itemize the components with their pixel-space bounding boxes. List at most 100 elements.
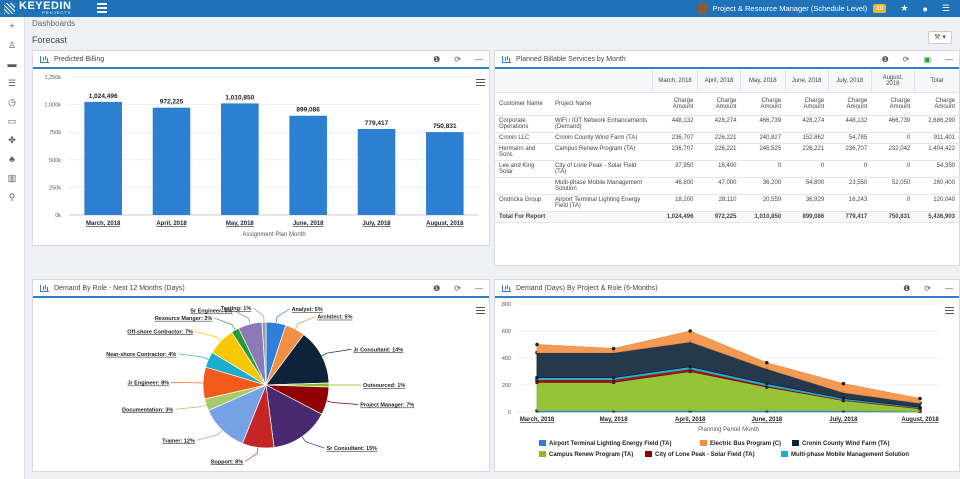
page-title: Forecast xyxy=(32,35,68,45)
person-icon[interactable]: ♙ xyxy=(0,36,24,55)
amount-cell: 236,707 xyxy=(828,143,872,161)
x-tick-label: April, 2018 xyxy=(675,417,706,423)
notification-badge[interactable]: 10 xyxy=(873,4,887,13)
help-icon[interactable]: ● xyxy=(922,4,927,14)
y-tick-label: 200 xyxy=(502,383,511,389)
column-header: Project Name xyxy=(551,92,653,116)
total-amount-cell: 972,225 xyxy=(697,211,741,223)
bar xyxy=(221,103,259,215)
minimize-icon[interactable]: — xyxy=(475,284,483,293)
sliders-icon[interactable]: ☰ xyxy=(0,74,24,93)
pie-data-label: Trainer: 12% xyxy=(162,438,195,444)
amount-cell: 52,050 xyxy=(871,177,915,195)
table-row: Lee and King Solar City of Lone Peak - So… xyxy=(495,160,959,178)
column-header: July, 2018 xyxy=(827,70,872,93)
minimize-icon[interactable]: — xyxy=(945,55,953,64)
amount-cell: 0 xyxy=(871,194,915,212)
search-icon[interactable]: ⚲ xyxy=(0,188,24,207)
hamburger-menu-icon[interactable] xyxy=(97,3,107,13)
info-icon[interactable]: ❶ xyxy=(433,55,440,64)
user-menu[interactable]: Project & Resource Manager (Schedule Lev… xyxy=(697,3,887,14)
area-point xyxy=(765,360,769,365)
x-axis-title: Assignment Plan Month xyxy=(242,232,305,238)
refresh-icon[interactable]: ⟳ xyxy=(903,55,910,64)
pie-label-connector xyxy=(321,349,352,357)
amount-cell: 54,350 xyxy=(914,160,959,178)
info-icon[interactable]: ❶ xyxy=(903,284,910,293)
info-icon[interactable]: ❶ xyxy=(433,284,440,293)
pie-data-label: Documentation: 3% xyxy=(122,407,173,413)
plus-icon[interactable]: + xyxy=(0,17,24,36)
pie-data-label: Jr Consultant: 14% xyxy=(353,347,403,353)
amount-cell: 236,707 xyxy=(652,143,698,161)
pie-data-label: Architect: 5% xyxy=(317,315,352,321)
amount-cell: 911,401 xyxy=(914,132,959,144)
project-name-cell: City of Lone Peak - Solar Field (TA) xyxy=(551,160,653,178)
chart-icon xyxy=(502,284,511,292)
pie-label-connector xyxy=(196,430,223,441)
minimize-icon[interactable]: — xyxy=(475,55,483,64)
amount-cell: 2,686,290 xyxy=(914,115,959,133)
total-amount-cell: 1,010,850 xyxy=(740,211,786,223)
keyedin-logo[interactable]: KEYEDIN PROJECTS xyxy=(4,1,71,16)
column-header: March, 2018 xyxy=(652,70,698,93)
table-total-row: Total For Report 1,024,496 972,225 1,010,85… xyxy=(495,211,959,223)
column-header: May, 2018 xyxy=(739,70,786,93)
logo-mark-icon xyxy=(4,3,15,14)
legend-label: Campus Renew Program (TA) xyxy=(549,452,633,458)
briefcase-icon[interactable]: ▬ xyxy=(0,55,24,74)
amount-cell: 23,550 xyxy=(828,177,872,195)
amount-cell: 54,800 xyxy=(785,177,829,195)
pie-data-label: Analyst: 5% xyxy=(292,307,323,313)
export-excel-icon[interactable]: ▣ xyxy=(923,55,931,64)
column-header: Charge Amount xyxy=(914,92,959,116)
pie-label-connector xyxy=(326,400,359,405)
column-header: Charge Amount xyxy=(740,92,786,116)
column-header: Charge Amount xyxy=(871,92,915,116)
refresh-icon[interactable]: ⟳ xyxy=(454,55,461,64)
list-icon[interactable]: ☰ xyxy=(942,3,950,14)
x-tick-label: March, 2018 xyxy=(86,221,121,227)
user-role: Project & Resource Manager (Schedule Lev… xyxy=(712,4,868,13)
clock-icon[interactable]: ◷ xyxy=(0,93,24,112)
breadcrumb[interactable]: Dashboards xyxy=(32,19,75,28)
amount-cell: 260,400 xyxy=(914,177,959,195)
settings-wrench-button[interactable]: ⚒ ▾ xyxy=(928,31,952,44)
refresh-icon[interactable]: ⟳ xyxy=(924,284,931,293)
pie-data-label: Sr Consultant: 15% xyxy=(327,446,378,452)
legend-swatch xyxy=(539,440,546,446)
project-name-cell: Cronin County Wind Farm (TA) xyxy=(551,132,653,144)
minimize-icon[interactable]: — xyxy=(945,284,953,293)
chart-icon[interactable]: ▥ xyxy=(0,169,24,188)
y-tick-label: 0k xyxy=(55,213,61,219)
x-tick-label: July, 2018 xyxy=(829,417,858,423)
table-header-row: March, 2018 April, 2018 May, 2018 June, 201… xyxy=(495,70,959,93)
group-icon[interactable]: ♣ xyxy=(0,150,24,169)
column-header: Charge Amount xyxy=(785,92,829,116)
handshake-icon[interactable]: ✤ xyxy=(0,131,24,150)
pie-data-label: Near-shore Contractor: 4% xyxy=(106,352,176,358)
refresh-icon[interactable]: ⟳ xyxy=(454,284,461,293)
star-icon[interactable]: ★ xyxy=(900,3,908,14)
info-icon[interactable]: ❶ xyxy=(882,55,889,64)
total-amount-cell: 899,086 xyxy=(785,211,829,223)
amount-cell: 18,200 xyxy=(652,194,698,212)
pie-label-connector xyxy=(253,307,265,323)
amount-cell: 20,559 xyxy=(740,194,786,212)
amount-cell: 1,404,422 xyxy=(914,143,959,161)
customer-name-cell: Hermann and Sons xyxy=(495,143,551,161)
pie-label-connector xyxy=(214,317,236,331)
pie-data-label: Jr Engineer: 8% xyxy=(127,381,169,387)
x-tick-label: April, 2018 xyxy=(156,221,187,227)
column-header: Customer Name xyxy=(495,92,551,116)
legend-label: Airport Terminal Lighting Energy Field (… xyxy=(549,441,671,447)
pie-data-label: Project Manager: 7% xyxy=(360,403,414,409)
demand-by-project-panel: Demand (Days) By Project & Role (6-Month… xyxy=(494,279,960,472)
pie-label-connector xyxy=(175,404,207,410)
amount-cell: 28,110 xyxy=(697,194,741,212)
legend-label: Cronin County Wind Farm (TA) xyxy=(802,441,890,447)
project-name-cell: WiFi / IOT Network Enhancements (Demand) xyxy=(551,115,653,133)
y-tick-label: 1,000k xyxy=(44,103,61,109)
billing-bar-chart: 0k 250k 500k 750k 1,000k 1,250k 1,024,496 March… xyxy=(44,75,479,238)
id-card-icon[interactable]: ▭ xyxy=(0,112,24,131)
